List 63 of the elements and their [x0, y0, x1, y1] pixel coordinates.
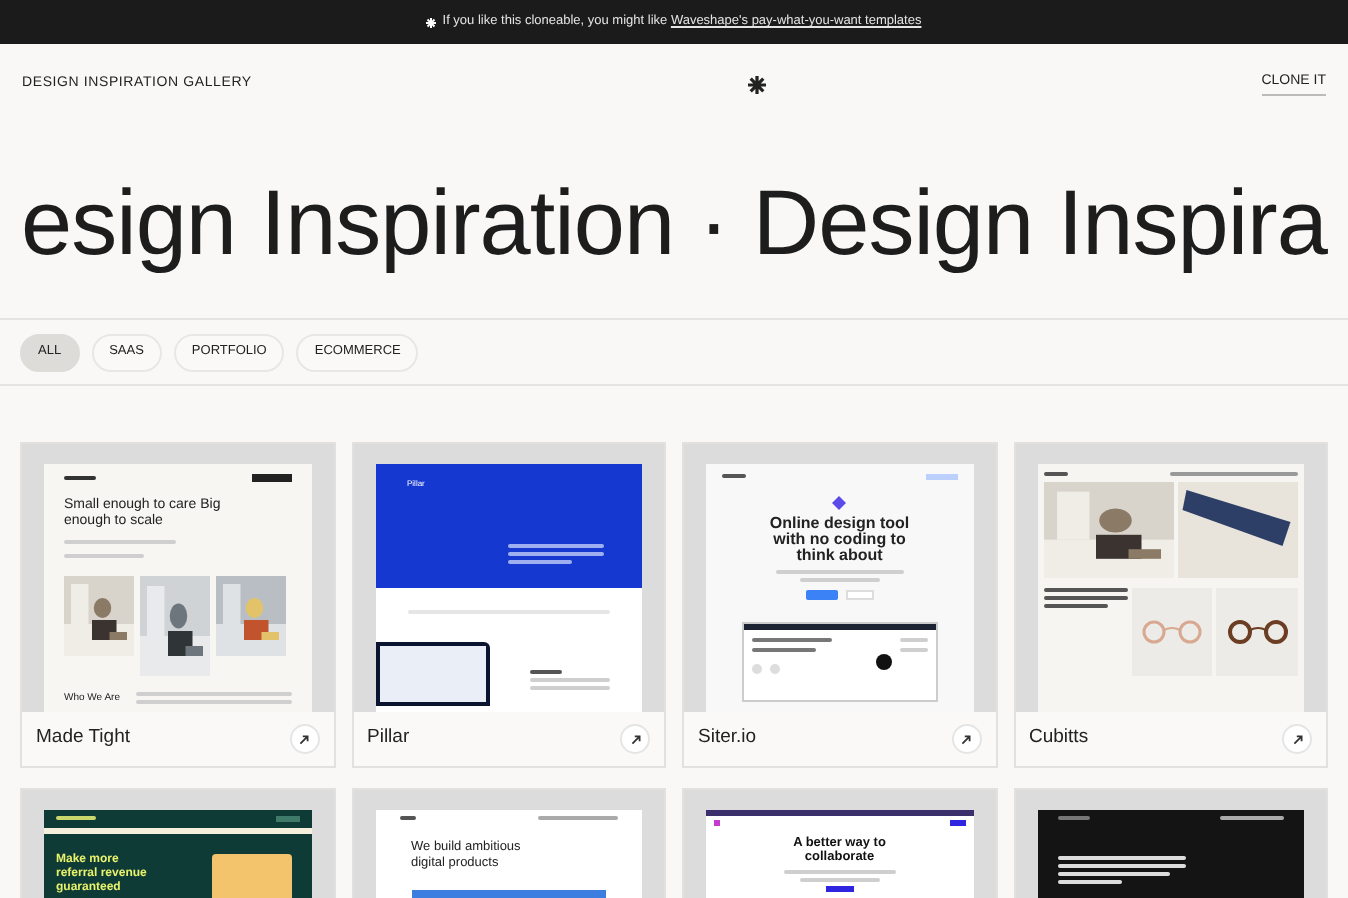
nav-button	[251, 474, 291, 482]
text-line	[1170, 472, 1298, 476]
glasses-icon	[1223, 620, 1292, 644]
asterisk-logo-icon	[747, 75, 766, 93]
logo-icon	[714, 820, 720, 826]
arrow-icon	[960, 733, 972, 745]
text-line	[1057, 816, 1089, 820]
text-line	[1057, 880, 1121, 884]
text-line	[1057, 864, 1185, 868]
text-line	[1043, 588, 1127, 592]
open-button[interactable]	[289, 724, 319, 754]
template-card[interactable]: Online design tool with no coding to think about Siter.io	[682, 442, 997, 768]
nav-button	[949, 820, 965, 826]
text-line	[529, 670, 561, 674]
text-line	[722, 474, 746, 478]
card-title: Siter.io	[698, 724, 757, 753]
text-line	[64, 540, 176, 544]
laptop-drawing	[375, 642, 489, 706]
text-line	[529, 686, 609, 690]
arrow-icon	[298, 733, 310, 745]
text-line	[799, 878, 880, 882]
arrow-icon	[1291, 733, 1303, 745]
text-line	[751, 638, 832, 642]
template-card[interactable]: Cubitts	[1013, 442, 1328, 768]
text-line	[507, 552, 603, 556]
card-title: Cubitts	[1029, 724, 1089, 753]
nav-button	[275, 816, 299, 822]
text-line	[1220, 816, 1284, 820]
text-line	[529, 678, 609, 682]
text-line	[899, 648, 928, 652]
text-line	[56, 816, 96, 820]
open-button[interactable]	[620, 724, 650, 754]
nav-button	[925, 474, 957, 480]
text-line	[751, 648, 816, 652]
preview-headline: Online design tool with no coding to think about	[767, 516, 912, 564]
card-title: Made Tight	[36, 724, 130, 753]
logo-icon	[832, 496, 847, 510]
asterisk-icon	[426, 17, 437, 27]
text-line	[399, 816, 415, 820]
open-button[interactable]	[1282, 724, 1312, 754]
image-card	[211, 854, 291, 898]
text-line	[1043, 604, 1107, 608]
text-line	[507, 544, 603, 548]
marquee-headline: esign Inspiration · Design Inspira	[21, 169, 1327, 273]
text-line	[775, 570, 904, 574]
cta-button	[825, 886, 854, 892]
text-line	[1057, 872, 1169, 876]
text-line	[783, 870, 896, 874]
arrow-icon	[629, 733, 641, 745]
text-line	[507, 560, 571, 564]
card-title: Pillar	[367, 724, 410, 753]
text-line	[64, 476, 96, 480]
text-line	[1043, 472, 1067, 476]
text-line	[64, 554, 144, 558]
text-line	[538, 816, 618, 820]
text-line	[799, 578, 880, 582]
cta-button	[805, 590, 838, 600]
text-line	[899, 638, 928, 642]
text-line	[1043, 596, 1127, 600]
glasses-icon	[1137, 620, 1206, 644]
open-button[interactable]	[951, 724, 981, 754]
text-line	[1057, 856, 1185, 860]
secondary-button	[845, 590, 874, 600]
